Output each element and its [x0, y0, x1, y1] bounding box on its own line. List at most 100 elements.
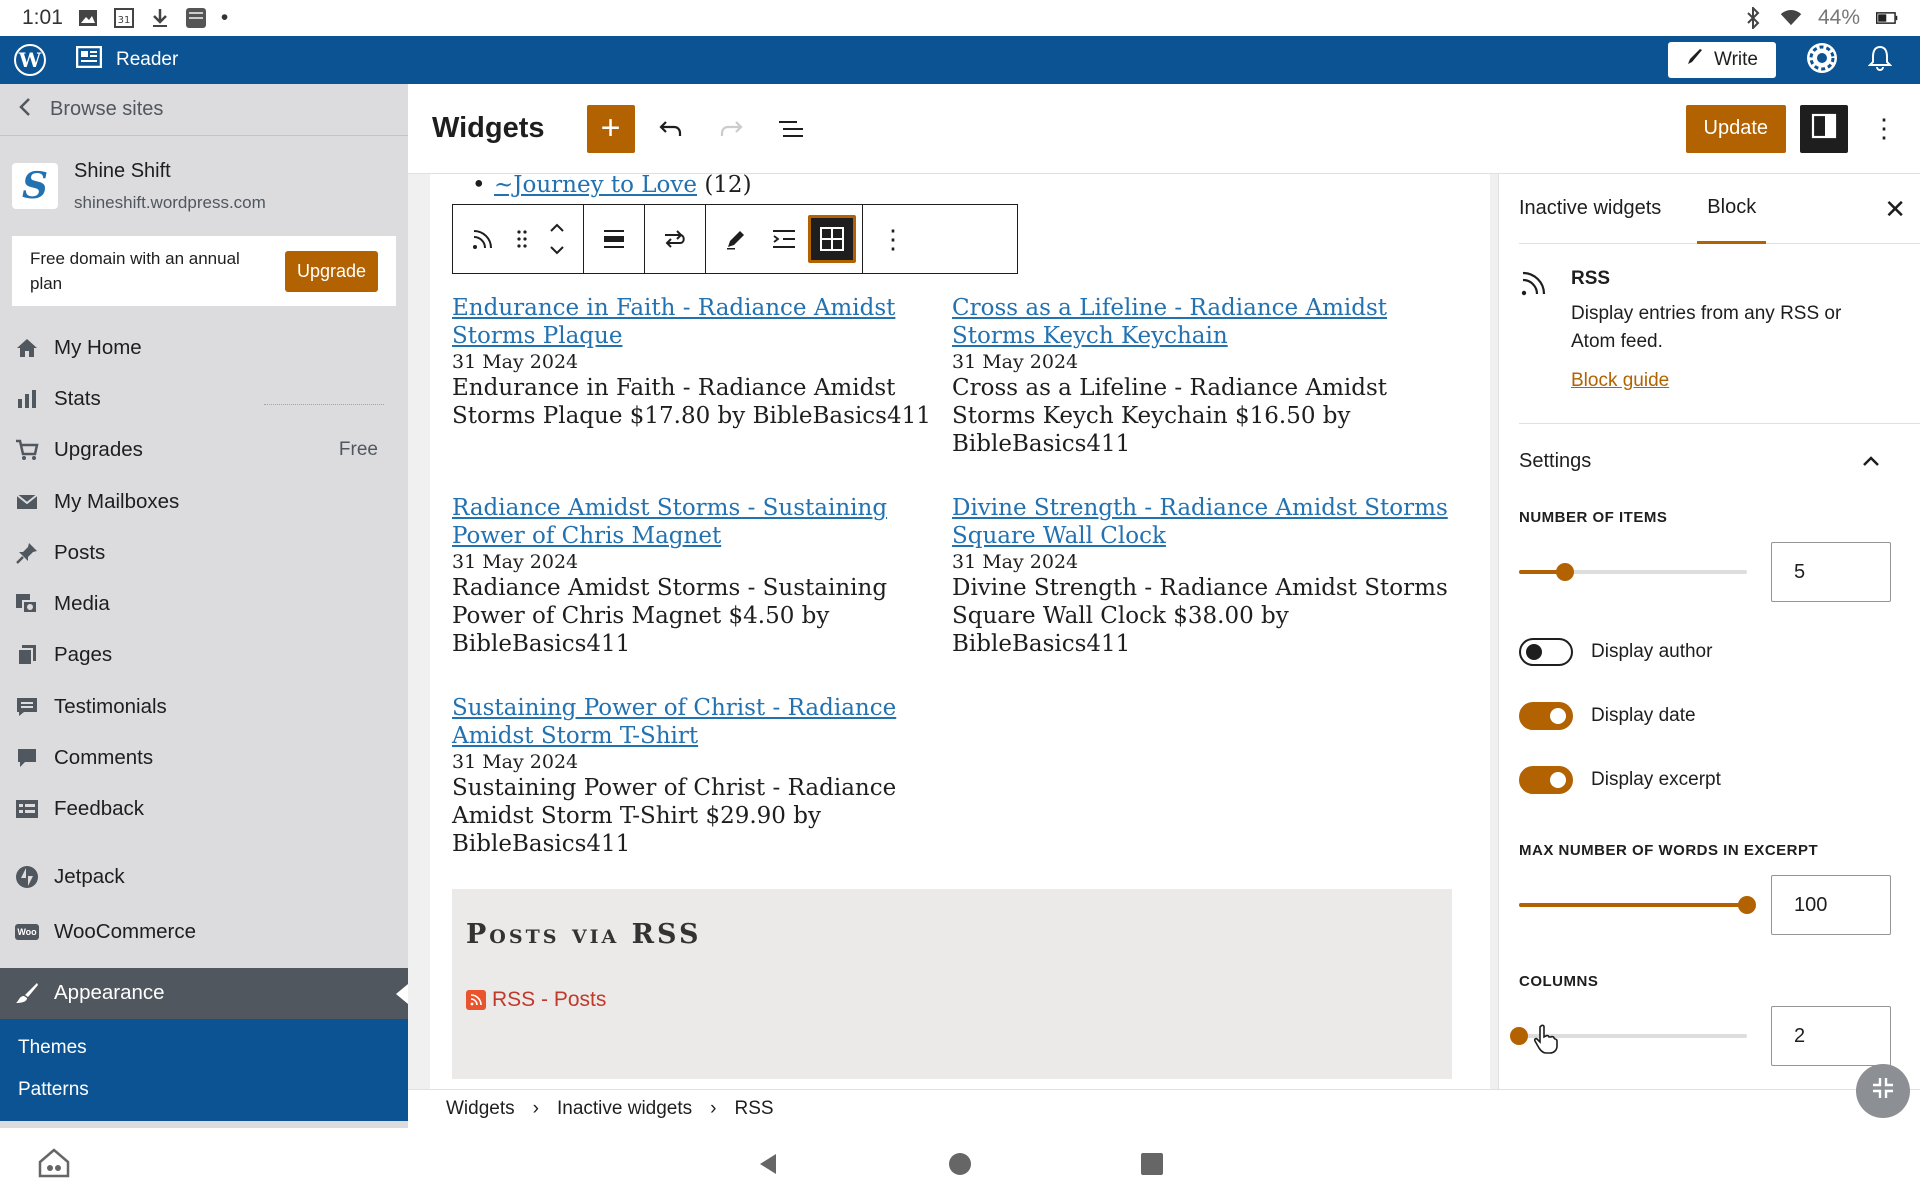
redo-icon[interactable] — [707, 105, 755, 153]
app-drawer-icon[interactable] — [38, 1148, 70, 1183]
rss-feed-icon — [466, 990, 486, 1010]
display-author-label: Display author — [1591, 641, 1713, 662]
rss-item-excerpt: Radiance Amidst Storms - Sustaining Powe… — [452, 575, 888, 657]
editor-header: Widgets + Update ⋮ — [408, 84, 1920, 174]
notifications-bell-icon[interactable] — [1867, 45, 1893, 76]
sidebar-item-jetpack[interactable]: Jetpack — [0, 851, 408, 902]
rss-item-title[interactable]: Radiance Amidst Storms - Sustaining Powe… — [452, 495, 887, 549]
pin-icon — [14, 540, 40, 566]
woo-icon-text: Woo — [15, 923, 39, 940]
bluetooth-icon — [1742, 7, 1764, 29]
settings-toggle[interactable]: Settings — [1519, 450, 1894, 473]
rss-item-title[interactable]: Endurance in Faith - Radiance Amidst Sto… — [452, 295, 895, 349]
transform-widget-icon[interactable] — [651, 215, 699, 263]
status-time: 1:01 — [22, 6, 63, 29]
display-author-toggle[interactable] — [1519, 638, 1573, 666]
sidebar-item-comments[interactable]: Comments — [0, 732, 408, 783]
columns-slider[interactable] — [1510, 1024, 1747, 1054]
sidebar-item-feedback[interactable]: Feedback — [0, 784, 408, 835]
edit-pencil-icon[interactable] — [712, 215, 760, 263]
number-of-items-control: 5 — [1519, 542, 1894, 602]
rss-item-excerpt: Sustaining Power of Christ - Radiance Am… — [452, 775, 897, 857]
category-list-item: • ~Journey to Love (12) — [472, 174, 752, 198]
image-notification-icon — [77, 7, 99, 29]
align-icon[interactable] — [590, 215, 638, 263]
download-icon — [149, 7, 171, 29]
rss-item: Radiance Amidst Storms - Sustaining Powe… — [452, 494, 952, 658]
upgrade-button[interactable]: Upgrade — [284, 250, 378, 292]
grid-layout-icon[interactable] — [808, 215, 856, 263]
block-guide-link[interactable]: Block guide — [1571, 370, 1851, 392]
list-layout-icon[interactable] — [760, 215, 808, 263]
reader-link[interactable]: Reader — [75, 45, 179, 74]
move-up-down-icon[interactable] — [537, 215, 577, 263]
tab-inactive-widgets[interactable]: Inactive widgets — [1519, 174, 1661, 244]
current-site[interactable]: S Shine Shift shineshift.wordpress.com — [0, 136, 408, 236]
recents-nav-icon[interactable] — [1140, 1152, 1164, 1181]
rss-item-excerpt: Cross as a Lifeline - Radiance Amidst St… — [952, 375, 1388, 457]
rss-posts-link[interactable]: RSS - Posts — [466, 988, 1438, 1012]
breadcrumb-item[interactable]: RSS — [734, 1098, 773, 1120]
category-link[interactable]: ~Journey to Love — [494, 174, 697, 198]
widgets-editor: Widgets + Update ⋮ • ~Journey to Love (1… — [408, 84, 1920, 1128]
reader-icon — [75, 45, 103, 74]
sidebar-item-stats[interactable]: Stats — [0, 373, 408, 424]
tab-block[interactable]: Block — [1697, 174, 1767, 244]
rss-item-title[interactable]: Divine Strength - Radiance Amidst Storms… — [952, 495, 1448, 549]
sidebar-panel-icon — [1811, 113, 1837, 144]
sidebar-item-woocommerce[interactable]: Woo WooCommerce — [0, 906, 408, 957]
slider-knob[interactable] — [1510, 1027, 1528, 1045]
slider-knob[interactable] — [1555, 563, 1574, 581]
rss-block[interactable]: Endurance in Faith - Radiance Amidst Sto… — [452, 294, 1462, 858]
number-of-items-input[interactable]: 5 — [1771, 542, 1891, 602]
number-of-items-slider[interactable] — [1519, 563, 1747, 581]
rss-block-icon[interactable] — [459, 215, 507, 263]
toolbar-group-align — [584, 205, 645, 273]
rss-item-date: 31 May 2024 — [952, 351, 1079, 373]
submenu-item-patterns[interactable]: Patterns — [0, 1069, 408, 1111]
write-button[interactable]: Write — [1668, 42, 1776, 78]
sidebar-item-my-home[interactable]: My Home — [0, 322, 408, 373]
max-words-slider[interactable] — [1519, 896, 1756, 914]
home-nav-icon[interactable] — [948, 1152, 972, 1181]
block-options-icon[interactable]: ⋮ — [869, 215, 917, 263]
rss-item-title[interactable]: Cross as a Lifeline - Radiance Amidst St… — [952, 295, 1387, 349]
rss-item-title[interactable]: Sustaining Power of Christ - Radiance Am… — [452, 695, 896, 749]
sidebar-item-pages[interactable]: Pages — [0, 630, 408, 681]
breadcrumb-item[interactable]: Widgets — [446, 1098, 515, 1120]
avatar[interactable] — [1806, 42, 1838, 79]
wp-admin-bar: W Reader Write — [0, 36, 1920, 84]
brush-icon — [14, 980, 40, 1006]
close-icon[interactable]: ✕ — [1884, 194, 1906, 225]
options-menu-icon[interactable]: ⋮ — [1860, 105, 1908, 153]
breadcrumb-item[interactable]: Inactive widgets — [557, 1098, 692, 1120]
max-words-input[interactable]: 100 — [1771, 875, 1891, 935]
back-nav-icon[interactable] — [756, 1152, 780, 1181]
wordpress-logo-icon[interactable]: W — [14, 44, 46, 76]
browse-sites-link[interactable]: Browse sites — [0, 84, 408, 136]
sidebar-item-appearance[interactable]: Appearance — [0, 967, 408, 1019]
sidebar-item-upgrades[interactable]: Upgrades Free — [0, 425, 408, 476]
drag-handle-icon[interactable] — [507, 215, 537, 263]
floating-collapse-button[interactable] — [1856, 1064, 1910, 1118]
sidebar-item-media[interactable]: Media — [0, 578, 408, 629]
add-block-button[interactable]: + — [586, 104, 635, 153]
site-icon: S — [12, 163, 58, 209]
reader-label: Reader — [116, 49, 179, 70]
submenu-item-themes[interactable]: Themes — [0, 1027, 408, 1069]
settings-sidebar-toggle[interactable] — [1800, 104, 1848, 153]
sidebar-item-my-mailboxes[interactable]: My Mailboxes — [0, 476, 408, 527]
display-date-label: Display date — [1591, 705, 1696, 726]
woo-icon: Woo — [14, 919, 40, 945]
display-excerpt-toggle[interactable] — [1519, 766, 1573, 794]
sidebar-item-posts[interactable]: Posts — [0, 527, 408, 578]
widget-area: • ~Journey to Love (12) Endurance in Fai… — [430, 174, 1490, 1089]
list-view-icon[interactable] — [767, 105, 815, 153]
display-date-toggle[interactable] — [1519, 702, 1573, 730]
columns-input[interactable]: 2 — [1771, 1006, 1891, 1066]
list-bullet: • — [472, 174, 486, 198]
undo-icon[interactable] — [647, 105, 695, 153]
sidebar-item-testimonials[interactable]: Testimonials — [0, 681, 408, 732]
slider-knob[interactable] — [1738, 896, 1756, 914]
update-button[interactable]: Update — [1685, 104, 1786, 153]
